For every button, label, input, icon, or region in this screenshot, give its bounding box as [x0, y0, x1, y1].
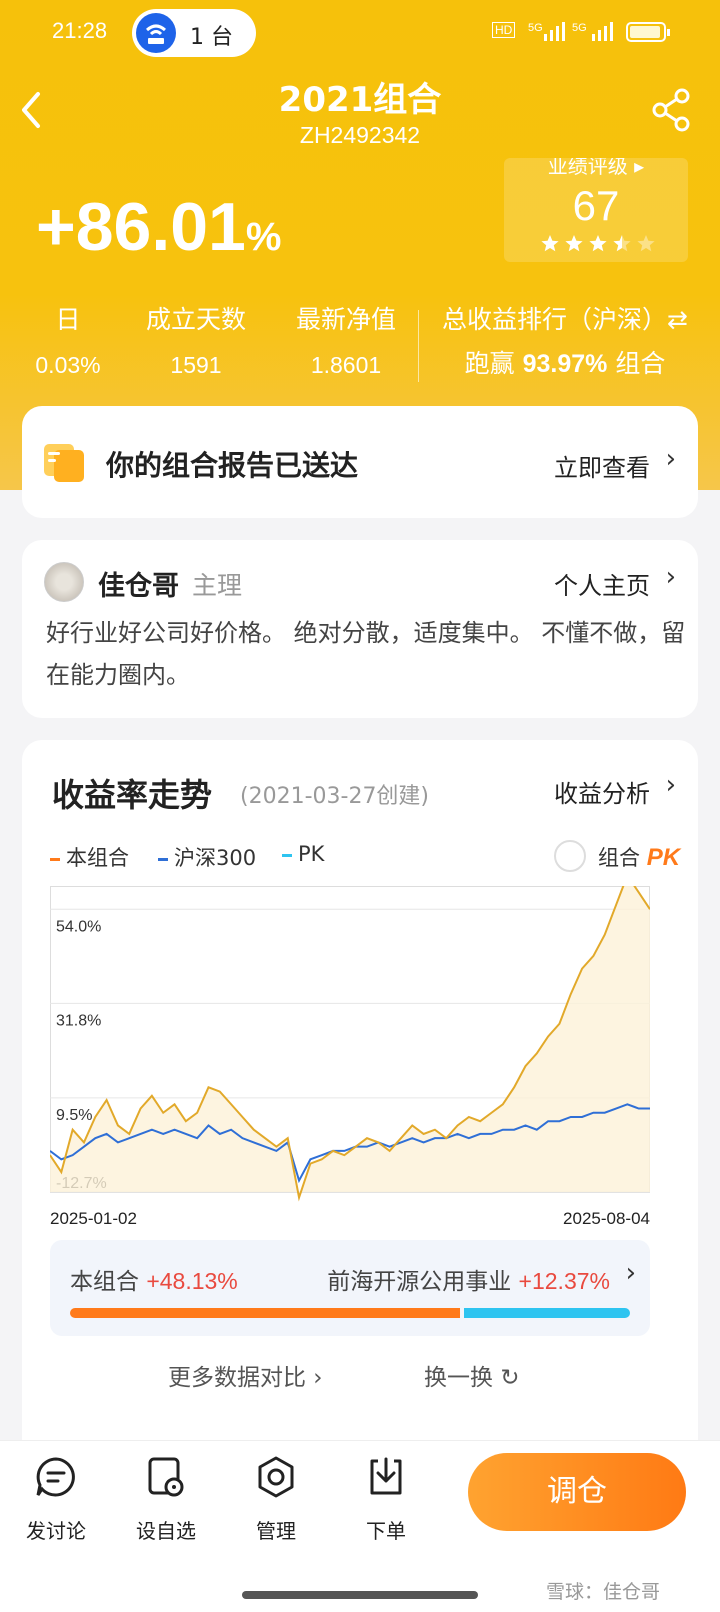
bottom-tab-bar: 发讨论 设自选 管理 下单 调仓 雪球：佳仓哥: [0, 1440, 720, 1612]
ranking-percent: 93.97%: [522, 350, 608, 378]
tab-label: 设自选: [136, 1519, 196, 1543]
portfolio-code: ZH2492342: [299, 122, 421, 148]
chart-title: 收益率走势: [52, 776, 213, 814]
chevron-right-icon: ›: [665, 770, 676, 800]
hotspot-label: 1 台: [190, 25, 233, 50]
stat-value: 0.03%: [35, 352, 101, 378]
system-icons: HD 5G 5G: [492, 20, 678, 44]
chevron-right-icon: ›: [625, 1258, 636, 1288]
y-tick-label: 31.8%: [56, 1012, 101, 1029]
ranking-prefix: 跑赢: [464, 349, 515, 378]
battery-icon: [626, 22, 670, 42]
hotspot-pill[interactable]: 1 台: [132, 9, 256, 57]
watchlist-icon: [148, 1457, 184, 1497]
manage-icon: [258, 1456, 294, 1498]
report-card[interactable]: 你的组合报告已送达 立即查看 ›: [22, 406, 698, 518]
home-indicator[interactable]: [242, 1591, 478, 1599]
rating-box[interactable]: 业绩评级 ▸ 67: [504, 158, 688, 262]
rating-star: [589, 235, 607, 252]
rating-star: [565, 235, 583, 252]
stat-days: 成立天数 1591: [136, 300, 256, 379]
return-analysis-link[interactable]: 收益分析: [554, 774, 650, 809]
pk-label[interactable]: 组合 PK: [598, 842, 680, 872]
wifi-hotspot-icon: [136, 13, 176, 53]
swap-link[interactable]: 换一换 ↻: [424, 1358, 520, 1392]
rating-label: 业绩评级 ▸: [547, 158, 645, 178]
share-button[interactable]: [650, 88, 694, 132]
hd-icon: HD: [492, 22, 516, 38]
rating-stars: [540, 234, 660, 259]
tab-discuss[interactable]: 发讨论: [6, 1455, 106, 1544]
ranking-value: 跑赢 93.97% 组合: [424, 344, 706, 380]
rating-star: [541, 235, 559, 252]
x-tick-label: 2025-01-02: [50, 1209, 137, 1226]
manager-role: 主理: [192, 571, 243, 600]
tab-watchlist[interactable]: 设自选: [116, 1455, 216, 1544]
stats-divider: [418, 310, 419, 382]
rating-star: [613, 235, 631, 252]
order-icon: [370, 1457, 402, 1495]
legend-item-hs300: 沪深300: [158, 842, 256, 872]
legend-item-pk: PK: [282, 842, 324, 866]
avatar[interactable]: [44, 562, 84, 602]
ranking-label[interactable]: 总收益排行（沪深）⇄: [424, 300, 706, 336]
page-title: 2021组合: [278, 80, 442, 120]
legend-item-portfolio: 本组合: [50, 842, 129, 872]
stat-label: 日: [55, 305, 81, 334]
comparison-benchmark: 前海开源公用事业 +12.37%: [327, 1268, 610, 1295]
signal-bars-icon: [544, 22, 565, 41]
chat-icon: [36, 1457, 75, 1497]
status-time: 21:28: [52, 18, 108, 43]
tab-label: 发讨论: [26, 1519, 86, 1543]
signal-5g-icon: 5G: [528, 22, 543, 34]
report-title: 你的组合报告已送达: [106, 449, 359, 482]
manager-card: 佳仓哥 主理 个人主页 › 好行业好公司好价格。 绝对分散，适度集中。 不懂不做…: [22, 540, 698, 718]
y-tick-label: 54.0%: [56, 918, 101, 935]
report-view-link[interactable]: 立即查看: [554, 448, 650, 483]
manager-bio: 好行业好公司好价格。 绝对分散，适度集中。 不懂不做，留在能力圈内。: [46, 619, 686, 689]
y-tick-label: 9.5%: [56, 1107, 92, 1124]
comparison-portfolio: 本组合 +48.13%: [70, 1268, 238, 1295]
status-bar: 21:28 1 台 HD 5G 5G: [0, 0, 720, 64]
more-comparison-link[interactable]: 更多数据对比 ›: [168, 1358, 323, 1392]
return-chart[interactable]: 54.0%31.8%9.5%-12.7%2025-01-022025-08-04: [50, 886, 650, 1226]
x-tick-label: 2025-08-04: [563, 1209, 650, 1226]
stat-value: 1.8601: [310, 352, 382, 378]
rating-value: 67: [572, 182, 620, 229]
share-icon: [652, 88, 690, 132]
total-return: +86.01%: [36, 188, 281, 266]
pk-toggle[interactable]: [554, 840, 586, 872]
ranking-suffix: 组合: [615, 349, 666, 378]
report-icon: [44, 444, 84, 482]
stat-label: 成立天数: [145, 305, 246, 334]
signal-bars-icon-2: [592, 22, 613, 41]
stat-nav: 最新净值 1.8601: [276, 300, 416, 379]
comparison-box[interactable]: 本组合 +48.13% 前海开源公用事业 +12.37% ›: [50, 1240, 650, 1336]
chart-created-date: (2021-03-27创建): [240, 784, 430, 809]
comparison-bar-benchmark: [464, 1308, 630, 1318]
stat-daily: 日 0.03%: [10, 300, 126, 379]
rating-star: [637, 235, 655, 252]
stat-value: 1591: [170, 352, 222, 378]
chevron-right-icon: ›: [665, 562, 676, 592]
total-return-unit: %: [245, 215, 282, 259]
tab-order[interactable]: 下单: [336, 1455, 436, 1544]
chevron-right-icon: ›: [665, 444, 676, 474]
total-return-value: +86.01: [36, 189, 246, 265]
manager-name[interactable]: 佳仓哥: [98, 564, 179, 603]
rebalance-button[interactable]: 调仓: [468, 1453, 686, 1531]
signal-5g-icon-2: 5G: [572, 22, 587, 34]
chart-card: 收益率走势 (2021-03-27创建) 收益分析 › 本组合 沪深300 PK…: [22, 740, 698, 1460]
comparison-bar-portfolio: [70, 1308, 460, 1318]
manager-profile-link[interactable]: 个人主页: [554, 566, 650, 601]
tab-manage[interactable]: 管理: [226, 1455, 326, 1544]
watermark: 雪球：佳仓哥: [546, 1581, 661, 1603]
tab-label: 下单: [366, 1519, 406, 1543]
tab-label: 管理: [256, 1519, 296, 1543]
stat-label: 最新净值: [295, 305, 396, 334]
